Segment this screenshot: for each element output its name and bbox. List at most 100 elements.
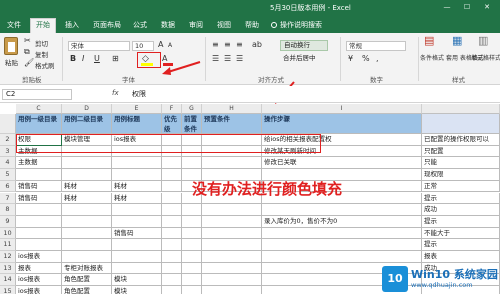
copy-button[interactable]: 复制 xyxy=(35,49,48,59)
align-right-icon[interactable]: ☰ xyxy=(236,54,243,64)
column-header[interactable] xyxy=(422,104,500,114)
tab-view[interactable]: 视图 xyxy=(212,19,236,33)
table-header-cell[interactable]: 操作步骤 xyxy=(262,114,422,134)
column-header[interactable]: I xyxy=(262,104,422,114)
currency-icon[interactable]: ¥ xyxy=(348,54,353,64)
table-cell[interactable] xyxy=(182,286,202,294)
table-cell[interactable] xyxy=(162,262,182,275)
tab-review[interactable]: 审阅 xyxy=(184,19,208,33)
underline-button[interactable]: U xyxy=(94,54,100,64)
table-header-cell[interactable]: 预置条件 xyxy=(202,114,262,134)
table-cell[interactable]: 耗材 xyxy=(62,192,112,205)
row-header[interactable]: 10 xyxy=(0,227,16,240)
table-cell[interactable]: 销售码 xyxy=(16,192,62,205)
table-cell[interactable]: 耗材 xyxy=(62,180,112,193)
tab-data[interactable]: 数据 xyxy=(156,19,180,33)
table-cell[interactable] xyxy=(182,274,202,287)
column-header[interactable]: F xyxy=(162,104,182,114)
table-cell[interactable]: 专柜对账报表 xyxy=(62,262,112,275)
table-cell[interactable]: 只能 xyxy=(422,157,500,170)
tab-page-layout[interactable]: 页面布局 xyxy=(88,19,126,33)
table-cell[interactable] xyxy=(62,169,112,181)
table-cell[interactable] xyxy=(162,274,182,287)
table-cell[interactable] xyxy=(202,251,262,263)
table-header-cell[interactable]: 用例一级目录 xyxy=(16,114,62,134)
cell-styles-button[interactable]: 单元格样式 xyxy=(471,53,500,62)
table-cell[interactable] xyxy=(62,204,112,216)
merge-center-button[interactable]: 合并后居中 xyxy=(280,54,335,65)
table-cell[interactable]: 成功 xyxy=(422,204,500,216)
table-cell[interactable] xyxy=(182,215,202,228)
table-cell[interactable] xyxy=(202,274,262,287)
align-bottom-icon[interactable]: ≡ xyxy=(236,40,243,50)
table-cell[interactable] xyxy=(162,227,182,240)
row-header[interactable]: 8 xyxy=(0,204,16,216)
table-cell[interactable] xyxy=(202,157,262,170)
table-cell[interactable] xyxy=(262,239,422,251)
table-cell[interactable] xyxy=(262,251,422,263)
row-header[interactable]: 7 xyxy=(0,192,16,205)
table-header-cell[interactable]: 用例二级目录 xyxy=(62,114,112,134)
table-cell[interactable] xyxy=(182,251,202,263)
table-cell[interactable]: ios报表 xyxy=(16,274,62,287)
minimize-button[interactable]: — xyxy=(440,2,454,13)
table-cell[interactable]: 模块 xyxy=(112,286,162,294)
table-cell[interactable] xyxy=(16,215,62,228)
table-cell[interactable] xyxy=(262,227,422,240)
font-name-dropdown[interactable]: 宋体 xyxy=(68,41,130,51)
tab-formulas[interactable]: 公式 xyxy=(128,19,152,33)
row-header[interactable]: 4 xyxy=(0,157,16,170)
orientation-icon[interactable]: ab xyxy=(252,40,262,50)
shrink-font-button[interactable]: A xyxy=(168,41,172,51)
fx-icon[interactable]: fx xyxy=(112,89,119,97)
paste-icon[interactable] xyxy=(4,37,18,55)
maximize-button[interactable]: ☐ xyxy=(460,2,474,13)
row-header[interactable]: 11 xyxy=(0,239,16,251)
row-header[interactable] xyxy=(0,114,16,134)
tell-me-search[interactable]: 操作说明搜索 xyxy=(266,19,327,33)
align-center-icon[interactable]: ☰ xyxy=(224,54,231,64)
table-cell[interactable] xyxy=(202,286,262,294)
table-header-cell[interactable]: 用例标题 xyxy=(112,114,162,134)
table-cell[interactable] xyxy=(162,204,182,216)
table-cell[interactable]: 耗材 xyxy=(112,180,162,193)
table-cell[interactable] xyxy=(182,262,202,275)
cut-button[interactable]: 剪切 xyxy=(35,38,48,48)
table-cell[interactable] xyxy=(162,180,182,193)
table-cell[interactable]: 修改已关联 xyxy=(262,157,422,170)
paste-button[interactable]: 粘贴 xyxy=(5,57,18,67)
row-header[interactable]: 3 xyxy=(0,145,16,158)
table-cell[interactable] xyxy=(182,239,202,251)
tab-help[interactable]: 帮助 xyxy=(240,19,264,33)
table-header-cell[interactable]: 前置条件 xyxy=(182,114,202,134)
table-cell[interactable] xyxy=(62,239,112,251)
wrap-text-button[interactable]: 自动换行 xyxy=(280,40,328,51)
format-painter-button[interactable]: 格式刷 xyxy=(35,60,55,70)
table-cell[interactable] xyxy=(112,262,162,275)
align-top-icon[interactable]: ≡ xyxy=(212,40,219,50)
grow-font-button[interactable]: A xyxy=(158,40,163,50)
table-cell[interactable] xyxy=(202,227,262,240)
table-cell[interactable] xyxy=(112,239,162,251)
comma-button[interactable]: , xyxy=(376,54,379,64)
row-header[interactable]: 2 xyxy=(0,134,16,146)
table-cell[interactable] xyxy=(162,215,182,228)
table-cell[interactable] xyxy=(112,169,162,181)
table-cell[interactable]: 提示 xyxy=(422,239,500,251)
column-header[interactable]: E xyxy=(112,104,162,114)
table-cell[interactable]: 耗材 xyxy=(112,192,162,205)
table-cell[interactable] xyxy=(202,215,262,228)
table-cell[interactable] xyxy=(112,251,162,263)
table-cell[interactable] xyxy=(202,262,262,275)
table-cell[interactable] xyxy=(16,204,62,216)
column-header[interactable]: H xyxy=(202,104,262,114)
table-cell[interactable] xyxy=(162,192,182,205)
table-cell[interactable] xyxy=(162,169,182,181)
table-cell[interactable]: 主数据 xyxy=(16,157,62,170)
table-cell[interactable]: 已配置的操作权限可以 xyxy=(422,134,500,146)
table-cell[interactable]: 角色配置 xyxy=(62,286,112,294)
row-header[interactable]: 12 xyxy=(0,251,16,263)
bold-button[interactable]: B xyxy=(70,54,76,64)
row-header[interactable]: 6 xyxy=(0,180,16,193)
name-box[interactable]: C2 xyxy=(2,89,72,100)
